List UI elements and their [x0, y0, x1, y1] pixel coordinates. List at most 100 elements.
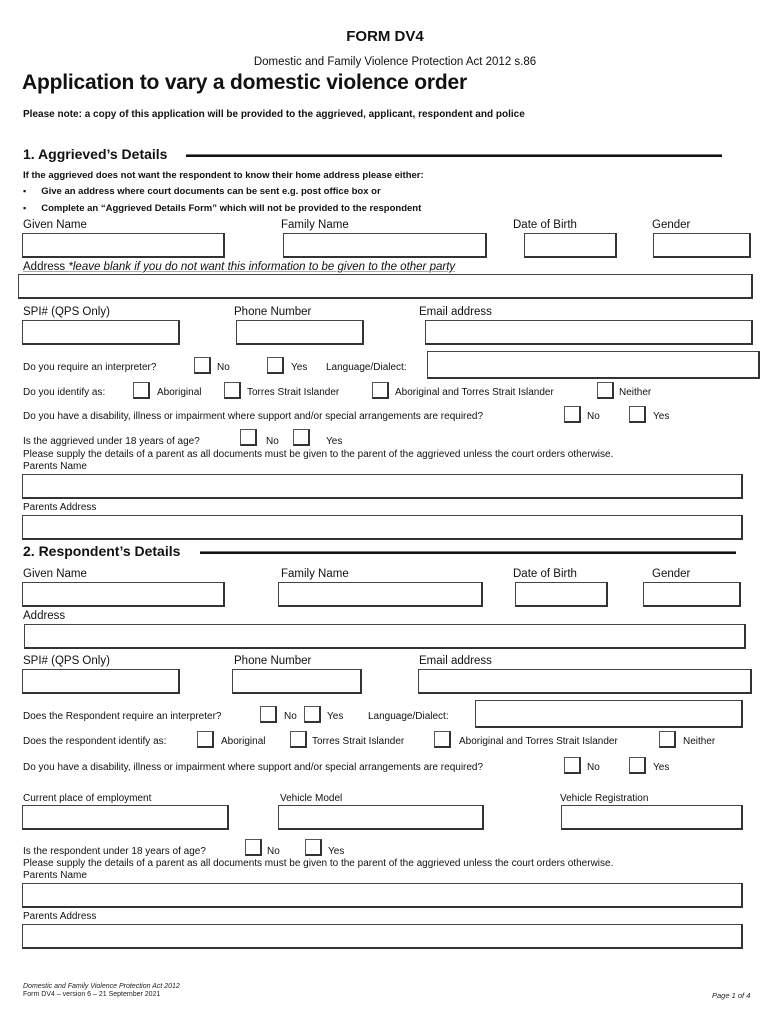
parents-address-label: Parents Address: [23, 911, 97, 922]
aggrieved-family-name-field[interactable]: [283, 233, 487, 258]
given-name-label: Given Name: [23, 219, 87, 231]
respondent-gender-field[interactable]: [643, 582, 741, 607]
under18-no-checkbox[interactable]: [240, 429, 257, 446]
aggrieved-parents-name-field[interactable]: [22, 474, 743, 499]
yes-label: Yes: [327, 711, 344, 722]
identify-neither-checkbox[interactable]: [659, 731, 676, 748]
identify-aboriginal-checkbox[interactable]: [197, 731, 214, 748]
respondent-address-field[interactable]: [24, 624, 746, 649]
given-name-label: Given Name: [23, 568, 87, 580]
respondent-phone-field[interactable]: [232, 669, 362, 694]
no-label: No: [587, 411, 600, 422]
yes-label: Yes: [328, 846, 345, 857]
tsi-label: Torres Strait Islander: [247, 387, 340, 398]
yes-label: Yes: [291, 362, 308, 373]
form-code: FORM DV4: [346, 28, 424, 45]
instruction-bullet: ▪ Give an address where court documents c…: [23, 186, 381, 197]
aggrieved-dob-field[interactable]: [524, 233, 617, 258]
dob-label: Date of Birth: [513, 219, 577, 231]
aggrieved-parents-address-field[interactable]: [22, 515, 743, 540]
address-label: Address *leave blank if you do not want …: [23, 261, 456, 273]
under18-question: Is the aggrieved under 18 years of age?: [23, 436, 200, 447]
aggrieved-language-field[interactable]: [427, 351, 760, 379]
identify-both-checkbox[interactable]: [434, 731, 451, 748]
instruction-bullet: ▪ Complete an “Aggrieved Details Form” wh…: [23, 203, 422, 214]
disability-yes-checkbox[interactable]: [629, 406, 646, 423]
respondent-dob-field[interactable]: [515, 582, 608, 607]
section-divider: [186, 154, 722, 157]
under18-yes-checkbox[interactable]: [305, 839, 322, 856]
respondent-family-name-field[interactable]: [278, 582, 483, 607]
interpreter-no-checkbox[interactable]: [194, 357, 211, 374]
aggrieved-email-field[interactable]: [425, 320, 753, 345]
both-label: Aboriginal and Torres Strait Islander: [395, 387, 554, 398]
phone-label: Phone Number: [234, 306, 312, 318]
both-label: Aboriginal and Torres Strait Islander: [459, 736, 618, 747]
employment-label: Current place of employment: [23, 793, 152, 804]
identify-aboriginal-checkbox[interactable]: [133, 382, 150, 399]
gender-label: Gender: [652, 219, 691, 231]
family-name-label: Family Name: [281, 568, 349, 580]
aggrieved-given-name-field[interactable]: [22, 233, 225, 258]
no-label: No: [217, 362, 230, 373]
vehicle-model-label: Vehicle Model: [280, 793, 343, 804]
address-instructions: If the aggrieved does not want the respo…: [23, 170, 424, 181]
dob-label: Date of Birth: [513, 568, 577, 580]
aggrieved-phone-field[interactable]: [236, 320, 364, 345]
gender-label: Gender: [652, 568, 691, 580]
no-label: No: [587, 762, 600, 773]
disability-question: Do you have a disability, illness or imp…: [23, 411, 484, 422]
under18-yes-checkbox[interactable]: [293, 429, 310, 446]
respondent-language-field[interactable]: [475, 700, 743, 728]
no-label: No: [267, 846, 280, 857]
interpreter-no-checkbox[interactable]: [260, 706, 277, 723]
address-label: Address: [23, 610, 66, 622]
parents-address-label: Parents Address: [23, 502, 97, 513]
identify-question: Does the respondent identify as:: [23, 736, 167, 747]
respondent-given-name-field[interactable]: [22, 582, 225, 607]
language-label: Language/Dialect:: [326, 362, 407, 373]
page-number: Page 1 of 4: [712, 991, 751, 1000]
under18-no-checkbox[interactable]: [245, 839, 262, 856]
family-name-label: Family Name: [281, 219, 349, 231]
parent-note: Please supply the details of a parent as…: [23, 858, 614, 869]
respondent-email-field[interactable]: [418, 669, 752, 694]
identify-tsi-checkbox[interactable]: [290, 731, 307, 748]
aggrieved-address-field[interactable]: [18, 274, 753, 299]
tsi-label: Torres Strait Islander: [312, 736, 405, 747]
aboriginal-label: Aboriginal: [221, 736, 266, 747]
neither-label: Neither: [619, 387, 652, 398]
identify-tsi-checkbox[interactable]: [224, 382, 241, 399]
respondent-section-heading: 2. Respondent’s Details: [23, 543, 181, 559]
yes-label: Yes: [326, 436, 343, 447]
interpreter-yes-checkbox[interactable]: [267, 357, 284, 374]
section-divider: [200, 551, 736, 554]
respondent-spi-field[interactable]: [22, 669, 180, 694]
respondent-vehicle-rego-field[interactable]: [561, 805, 743, 830]
parents-name-label: Parents Name: [23, 870, 87, 881]
disability-no-checkbox[interactable]: [564, 757, 581, 774]
no-label: No: [284, 711, 297, 722]
respondent-parents-name-field[interactable]: [22, 883, 743, 908]
no-label: No: [266, 436, 279, 447]
disability-yes-checkbox[interactable]: [629, 757, 646, 774]
aboriginal-label: Aboriginal: [157, 387, 202, 398]
email-label: Email address: [419, 655, 492, 667]
neither-label: Neither: [683, 736, 716, 747]
identify-neither-checkbox[interactable]: [597, 382, 614, 399]
spi-label: SPI# (QPS Only): [23, 306, 110, 318]
aggrieved-spi-field[interactable]: [22, 320, 180, 345]
aggrieved-gender-field[interactable]: [653, 233, 751, 258]
aggrieved-section-heading: 1. Aggrieved’s Details: [23, 146, 168, 162]
respondent-vehicle-model-field[interactable]: [278, 805, 484, 830]
identify-question: Do you identify as:: [23, 387, 106, 398]
language-label: Language/Dialect:: [368, 711, 449, 722]
identify-both-checkbox[interactable]: [372, 382, 389, 399]
phone-label: Phone Number: [234, 655, 312, 667]
disability-no-checkbox[interactable]: [564, 406, 581, 423]
interpreter-yes-checkbox[interactable]: [304, 706, 321, 723]
respondent-employment-field[interactable]: [22, 805, 229, 830]
under18-question: Is the respondent under 18 years of age?: [23, 846, 206, 857]
spi-label: SPI# (QPS Only): [23, 655, 110, 667]
respondent-parents-address-field[interactable]: [22, 924, 743, 949]
